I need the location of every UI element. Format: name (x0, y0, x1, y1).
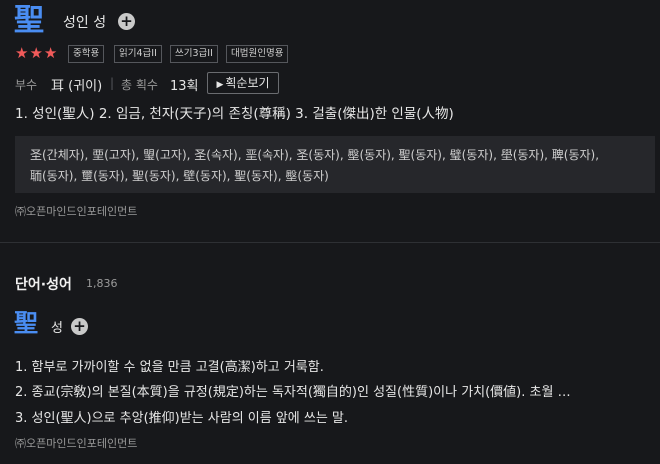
result-count: 1,836 (86, 277, 118, 290)
stroke-order-label: 획순보기 (225, 76, 270, 90)
badge-name-use: 대법원인명용 (226, 45, 289, 63)
word-meaning-3: 3. 성인(聖人)으로 추앙(推仰)받는 사람의 이름 앞에 쓰는 말. (15, 411, 349, 426)
add-word-button[interactable]: + (71, 318, 88, 335)
variant-forms-line-1: 圣(간체자), 垔(고자), 琞(고자), 圣(속자), 垩(속자), 圣(동자… (30, 148, 600, 162)
copyright-notice: ㈜오픈마인드인포테인먼트 (15, 205, 138, 218)
copyright-notice-words: ㈜오픈마인드인포테인먼트 (15, 437, 138, 450)
section-divider (0, 242, 660, 243)
stroke-count-value: 13획 (170, 79, 199, 94)
plus-icon: + (120, 12, 133, 30)
badge-reading-level: 읽기4급II (114, 45, 162, 63)
level-stars: ★★★ (15, 44, 59, 62)
stroke-order-button[interactable]: ▶ 획순보기 (207, 72, 279, 94)
hanja-reading: 성인 성 (63, 15, 107, 31)
hanja-character: 聖 (14, 3, 44, 38)
word-meaning-2: 2. 종교(宗敎)의 본질(本質)을 규정(規定)하는 독자적(獨自的)인 성질… (15, 385, 571, 400)
word-meaning-1: 1. 함부로 가까이할 수 없을 만큼 고결(高潔)하고 거룩함. (15, 360, 324, 375)
section-title: 단어·성어 (15, 277, 72, 293)
stroke-count-label: 총 획수 (121, 78, 158, 92)
word-hanja[interactable]: 聖 (14, 308, 38, 338)
add-to-wordbook-button[interactable]: + (118, 13, 135, 30)
radical-label: 부수 (15, 78, 38, 92)
badge-writing-level: 쓰기3급II (170, 45, 218, 63)
variant-forms-line-2: 聏(동자), 壐(동자), 聖(동자), 壁(동자), 聖(동자), 壂(동자) (30, 169, 329, 183)
plus-icon: + (73, 317, 86, 335)
hanja-definition: 1. 성인(聖人) 2. 임금, 천자(天子)의 존칭(尊稱) 3. 걸출(傑出… (15, 106, 454, 122)
separator: | (110, 76, 115, 90)
badge-middle-school: 중학용 (68, 45, 105, 63)
play-icon: ▶ (216, 80, 224, 90)
variant-forms-box: 圣(간체자), 垔(고자), 琞(고자), 圣(속자), 垩(속자), 圣(동자… (15, 136, 655, 193)
radical-value: 耳 (귀이) (51, 79, 103, 94)
word-reading: 성 (51, 321, 63, 336)
